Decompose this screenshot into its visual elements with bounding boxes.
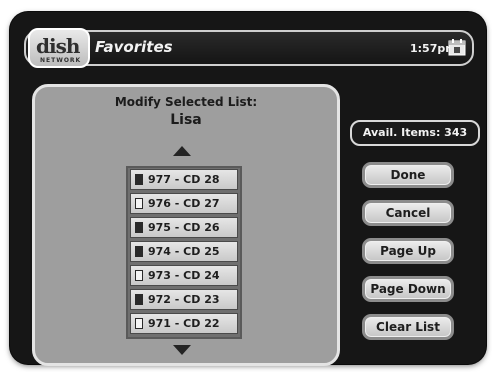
list-item-label: 971 - CD 22	[148, 317, 220, 330]
page-down-button[interactable]: Page Down	[362, 276, 454, 302]
list-item[interactable]: 976 - CD 27	[130, 193, 238, 214]
scroll-down-arrow-icon[interactable]	[173, 345, 191, 355]
filled-document-icon	[135, 174, 143, 185]
list-item-label: 974 - CD 25	[148, 245, 220, 258]
filled-document-icon	[135, 294, 143, 305]
list-item[interactable]: 973 - CD 24	[130, 265, 238, 286]
empty-document-icon	[135, 318, 143, 329]
dish-network-logo: dish NETWORK	[28, 28, 90, 68]
cancel-button[interactable]: Cancel	[362, 200, 454, 226]
logo-subtext: NETWORK	[40, 57, 82, 64]
logo-text: dish	[36, 34, 80, 58]
empty-document-icon	[135, 270, 143, 281]
list-item-label: 972 - CD 23	[148, 293, 220, 306]
filled-document-icon	[135, 222, 143, 233]
list-item-label: 976 - CD 27	[148, 197, 220, 210]
list-item[interactable]: 975 - CD 26	[130, 217, 238, 238]
calendar-icon	[448, 39, 466, 56]
list-name: Lisa	[170, 112, 202, 128]
empty-document-icon	[135, 198, 143, 209]
panel-heading: Modify Selected List:	[114, 95, 258, 109]
page-title: Favorites	[95, 38, 173, 56]
done-button[interactable]: Done	[362, 162, 454, 188]
list-item[interactable]: 972 - CD 23	[130, 289, 238, 310]
list-item[interactable]: 974 - CD 25	[130, 241, 238, 262]
scroll-up-arrow-icon[interactable]	[173, 146, 191, 156]
page-up-button[interactable]: Page Up	[362, 238, 454, 264]
clear-list-button[interactable]: Clear List	[362, 314, 454, 340]
list-item-label: 975 - CD 26	[148, 221, 220, 234]
available-items-badge: Avail. Items: 343	[350, 120, 480, 146]
top-bar	[24, 30, 474, 66]
list-item[interactable]: 971 - CD 22	[130, 313, 238, 334]
list-item-label: 973 - CD 24	[148, 269, 220, 282]
filled-document-icon	[135, 246, 143, 257]
channel-list: 977 - CD 28 976 - CD 27 975 - CD 26 974 …	[126, 166, 242, 339]
list-item[interactable]: 977 - CD 28	[130, 169, 238, 190]
list-item-label: 977 - CD 28	[148, 173, 220, 186]
